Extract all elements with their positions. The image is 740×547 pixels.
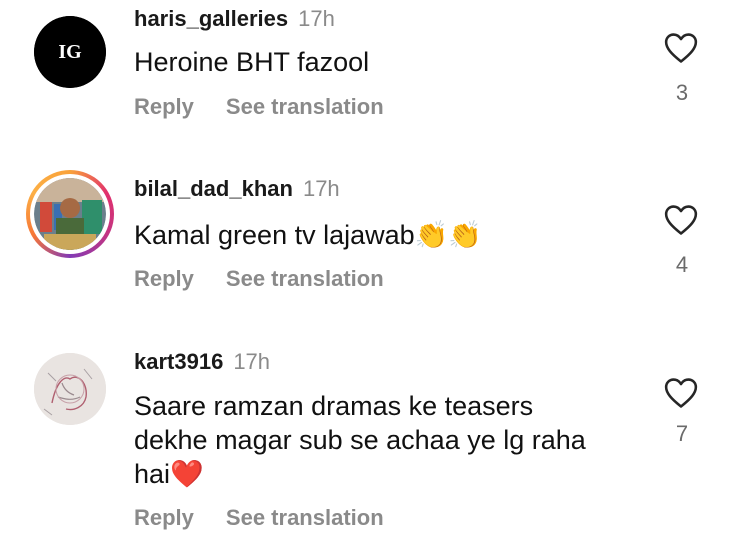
see-translation-button[interactable]: See translation (226, 266, 384, 291)
timestamp: 17h (233, 349, 271, 374)
see-translation-button[interactable]: See translation (226, 505, 384, 530)
comment-body-line: Saare ramzan dramas ke teasers (134, 391, 534, 421)
comment-body: Kamal green tv lajawab (134, 220, 415, 250)
story-ring-inner (30, 174, 110, 254)
reply-button[interactable]: Reply (134, 505, 194, 530)
timestamp: 17h (302, 176, 340, 201)
username[interactable]: bilal_dad_khan (134, 176, 293, 201)
comment-actions: Reply See translation (134, 505, 416, 531)
avatar[interactable] (34, 353, 106, 425)
story-ring[interactable] (26, 170, 114, 258)
comment-item: IG haris_galleries 17h Heroine BHT fazool… (0, 0, 740, 140)
comment-body: Heroine BHT fazool (134, 47, 370, 77)
heart-outline-icon[interactable] (664, 32, 700, 66)
avatar[interactable]: IG (34, 16, 106, 88)
comment-meta: kart3916 17h (134, 349, 270, 375)
comment-body-line: dekhe magar sub se achaa ye lg raha (134, 425, 586, 455)
comment-meta: bilal_dad_khan 17h (134, 176, 340, 202)
comment-text: Kamal green tv lajawab👏👏 (134, 218, 634, 253)
comment-item: kart3916 17h Saare ramzan dramas ke tease… (0, 345, 740, 547)
heart-outline-icon[interactable] (664, 204, 700, 238)
comment-item: bilal_dad_khan 17h Kamal green tv lajawab… (0, 170, 740, 310)
reply-button[interactable]: Reply (134, 266, 194, 291)
avatar (34, 178, 106, 250)
haris-galleries-logo: IG (34, 16, 106, 88)
clapping-hands-emoji: 👏👏 (414, 220, 482, 251)
red-heart-emoji: ❤️ (170, 459, 204, 490)
reply-button[interactable]: Reply (134, 94, 194, 119)
comment-meta: haris_galleries 17h (134, 6, 335, 32)
like-count: 7 (675, 421, 689, 446)
comment-text: Heroine BHT fazool (134, 45, 634, 79)
username[interactable]: haris_galleries (134, 6, 288, 31)
comment-actions: Reply See translation (134, 266, 416, 292)
heart-outline-icon[interactable] (664, 377, 700, 411)
like-count: 3 (675, 80, 689, 105)
see-translation-button[interactable]: See translation (226, 94, 384, 119)
like-count: 4 (675, 252, 689, 277)
comment-actions: Reply See translation (134, 94, 416, 120)
timestamp: 17h (298, 6, 335, 31)
svg-text:IG: IG (58, 41, 82, 63)
comment-body-line: hai (134, 459, 171, 489)
sketch-avatar (34, 353, 106, 425)
comment-text: Saare ramzan dramas ke teasers dekhe mag… (134, 389, 634, 492)
username[interactable]: kart3916 (134, 349, 223, 374)
